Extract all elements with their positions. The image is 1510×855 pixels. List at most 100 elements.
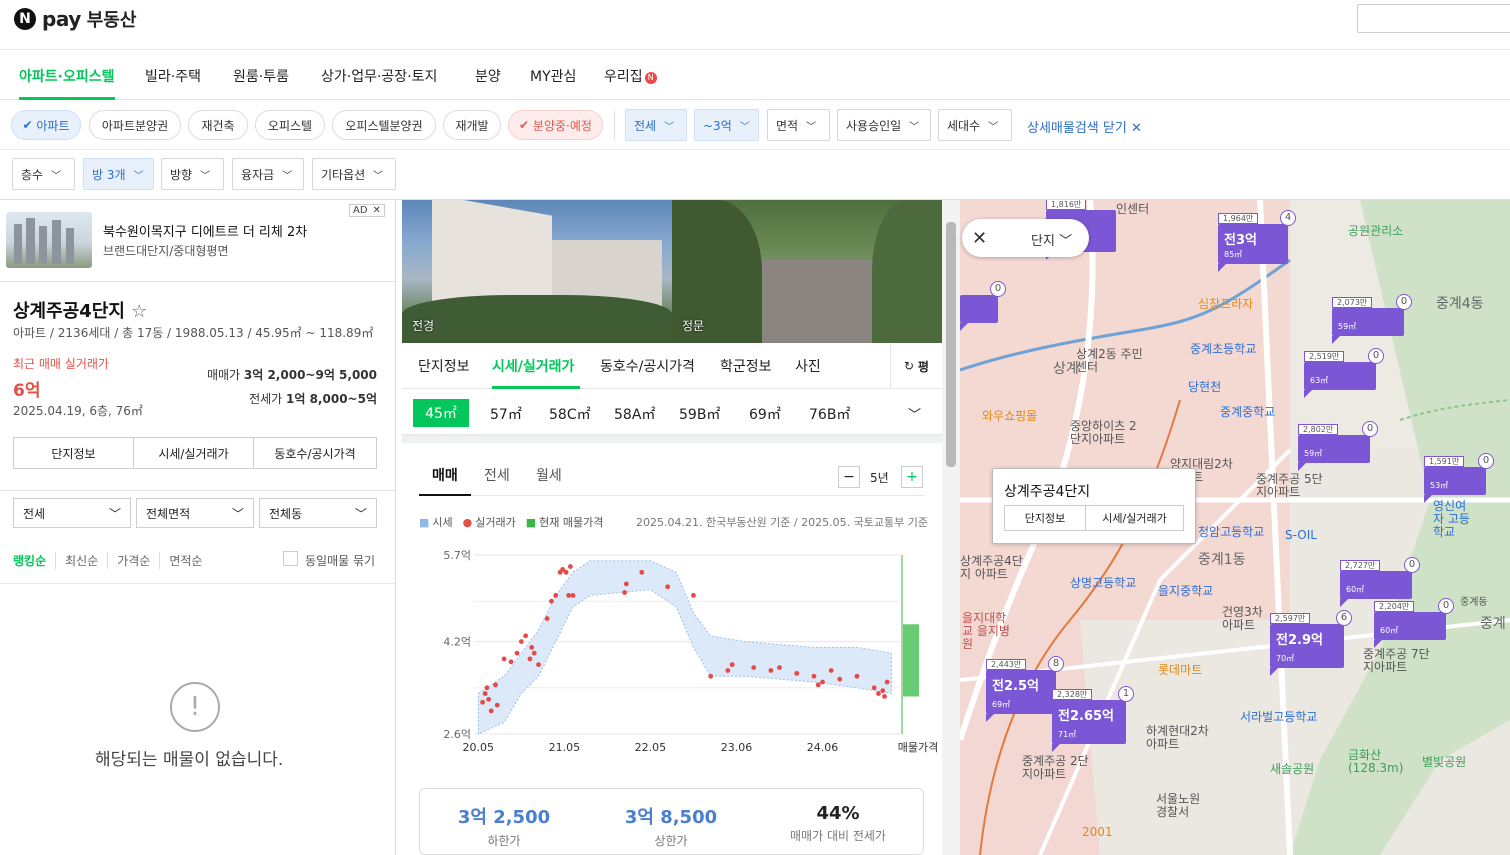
stat-ratio-label: 매매가 대비 전세가 xyxy=(790,829,886,843)
chip-presale-upcoming-label: 분양중·예정 xyxy=(532,118,592,133)
chip-reconstruction[interactable]: 재건축 xyxy=(188,110,248,140)
list-filter-area[interactable]: 전체면적 ﹀ xyxy=(136,498,254,528)
select-trade-type[interactable]: 전세 ﹀ xyxy=(625,109,687,141)
period-decrease-button[interactable]: − xyxy=(838,466,860,488)
close-icon[interactable]: ✕ xyxy=(373,205,381,216)
select-approval-date[interactable]: 사용승인일 ﹀ xyxy=(837,109,931,141)
naver-pay-logo[interactable]: N pay 부동산 xyxy=(14,6,136,32)
nav-presale[interactable]: 분양 xyxy=(475,66,501,86)
map-price-pin[interactable]: 2,073만 0 59㎡ xyxy=(1332,294,1412,344)
chip-officetel[interactable]: 오피스텔 xyxy=(255,110,325,140)
popup-price-history-button[interactable]: 시세/실거래가 xyxy=(1085,505,1184,531)
map-label: 청암고등학교 xyxy=(1198,525,1265,539)
nav-apartment-officetel[interactable]: 아파트·오피스텔 xyxy=(19,66,114,86)
pin-count: 1 xyxy=(1118,686,1134,702)
chip-apartment-presale-right[interactable]: 아파트분양권 xyxy=(89,110,181,140)
select-area-value: 면적 xyxy=(776,118,799,133)
select-households[interactable]: 세대수 ﹀ xyxy=(938,109,1012,141)
chip-redevelopment[interactable]: 재개발 xyxy=(443,110,501,140)
map-label: 2001 xyxy=(1082,825,1113,839)
area-size-option[interactable]: 69㎡ xyxy=(749,404,781,424)
map-label: 상계 xyxy=(1053,361,1079,377)
nav-oneroom-tworoom[interactable]: 원룸·투룸 xyxy=(233,66,289,86)
complex-info-button[interactable]: 단지정보 xyxy=(13,437,134,469)
photo-gate[interactable]: 정문 xyxy=(672,200,942,343)
map-price-pin[interactable]: 2,727만 0 60㎡ xyxy=(1340,557,1420,607)
nav-my-interest[interactable]: MY관심 xyxy=(530,66,576,86)
list-filter-trade[interactable]: 전세 ﹀ xyxy=(13,498,131,528)
actual-trade-point xyxy=(768,668,774,673)
close-detail-search-button[interactable]: 상세매물검색 닫기 ✕ xyxy=(1027,117,1142,136)
actual-trade-point xyxy=(876,691,881,696)
area-size-option[interactable]: 58A㎡ xyxy=(614,404,655,424)
sale-range-value: 3억 2,000~9억 5,000 xyxy=(243,368,377,382)
area-size-option[interactable]: 59B㎡ xyxy=(679,404,720,424)
map-price-pin[interactable]: 1,591만 0 53㎡ xyxy=(1424,453,1494,503)
chip-apartment-label: 아파트 xyxy=(36,118,70,133)
select-rooms[interactable]: 방 3개 ﹀ xyxy=(83,158,154,190)
actual-trade-point xyxy=(725,668,731,673)
nav-our-home[interactable]: 우리집 N xyxy=(604,66,657,86)
sort-ranking[interactable]: 랭킹순 xyxy=(13,552,55,569)
select-direction-value: 방향 xyxy=(170,167,193,182)
select-other-options[interactable]: 기타옵션 ﹀ xyxy=(312,158,396,190)
pyeong-toggle[interactable]: ↻ 평 xyxy=(890,343,942,389)
photo-exterior[interactable]: 전경 xyxy=(402,200,672,343)
map-price-pin[interactable]: 2,204만 0 60㎡ xyxy=(1374,598,1454,648)
legend-current: ■ 현재 매물가격 xyxy=(525,516,604,529)
tab-price-history[interactable]: 시세/실거래가 xyxy=(492,356,574,376)
tab-photos[interactable]: 사진 xyxy=(795,356,821,376)
pin-unit-price: 2,328만 xyxy=(1052,689,1093,700)
map-price-pin[interactable]: 2,328만 1 전2.65억 71㎡ xyxy=(1052,686,1134,752)
tab-sale[interactable]: 매매 xyxy=(432,465,458,485)
period-increase-button[interactable]: + xyxy=(901,466,923,488)
map-price-pin[interactable]: 2,802만 0 59㎡ xyxy=(1298,421,1378,471)
stat-low: 3억 2,500 하한가 xyxy=(434,803,574,849)
area-size-option[interactable]: 58C㎡ xyxy=(549,404,591,424)
select-floor[interactable]: 층수 ﹀ xyxy=(12,158,75,190)
map-price-pin[interactable]: 2,597만 6 전2.9억 70㎡ xyxy=(1270,610,1352,676)
select-direction[interactable]: 방향 ﹀ xyxy=(161,158,224,190)
select-loan[interactable]: 융자금 ﹀ xyxy=(232,158,304,190)
scrollbar-thumb[interactable] xyxy=(946,222,956,467)
list-filter-building[interactable]: 전체동 ﹀ xyxy=(259,498,377,528)
area-size-option[interactable]: 45㎡ xyxy=(413,399,469,427)
same-listing-checkbox[interactable] xyxy=(283,551,298,566)
star-icon[interactable]: ☆ xyxy=(131,301,147,322)
map-price-pin[interactable]: 0 xyxy=(960,281,1006,331)
area-size-option[interactable]: 76B㎡ xyxy=(809,404,850,424)
chip-officetel-presale-right[interactable]: 오피스텔분양권 xyxy=(332,110,436,140)
sort-price[interactable]: 가격순 xyxy=(107,552,159,569)
select-area[interactable]: 면적 ﹀ xyxy=(767,109,830,141)
close-icon[interactable]: ✕ xyxy=(972,228,987,249)
area-size-option[interactable]: 57㎡ xyxy=(490,404,522,424)
unit-public-price-button[interactable]: 동호수/공시가격 xyxy=(253,437,377,469)
map-price-pin[interactable]: 2,443만 8 전2.5억 69㎡ xyxy=(986,656,1064,722)
sale-price-range: 매매가 3억 2,000~9억 5,000 xyxy=(207,366,377,383)
actual-trade-point xyxy=(527,656,533,662)
map-complex-filter[interactable]: 단지 ﹀ xyxy=(1031,230,1072,249)
search-input[interactable] xyxy=(1357,4,1510,33)
stat-ratio-value: 44% xyxy=(816,803,860,824)
x-tick-label: 22.05 xyxy=(635,741,667,754)
map-label: 을지대학교 을지병원 xyxy=(962,611,1010,651)
nav-commercial-land[interactable]: 상가·업무·공장·토지 xyxy=(321,66,437,86)
tab-unit-public-price[interactable]: 동호수/공시가격 xyxy=(600,356,695,376)
chip-presale-upcoming[interactable]: ✔ 분양중·예정 xyxy=(508,110,603,140)
select-price[interactable]: ~3억 ﹀ xyxy=(694,109,759,141)
legend-actual: ● 실거래가 xyxy=(462,516,516,529)
sort-latest[interactable]: 최신순 xyxy=(55,552,107,569)
tab-school[interactable]: 학군정보 xyxy=(720,356,772,376)
map-price-pin[interactable]: 2,519만 0 63㎡ xyxy=(1304,348,1384,398)
tab-jeonse[interactable]: 전세 xyxy=(484,465,510,485)
tab-complex-info[interactable]: 단지정보 xyxy=(418,356,470,376)
price-history-button[interactable]: 시세/실거래가 xyxy=(133,437,254,469)
popup-complex-info-button[interactable]: 단지정보 xyxy=(1004,505,1086,531)
chip-apartment[interactable]: ✔ 아파트 xyxy=(11,110,81,140)
chevron-down-icon[interactable]: ﹀ xyxy=(908,404,921,423)
tab-monthly[interactable]: 월세 xyxy=(536,465,562,485)
sort-area[interactable]: 면적순 xyxy=(159,552,211,569)
actual-trade-point xyxy=(828,668,834,673)
map-price-pin[interactable]: 1,964만 4 전3억 85㎡ xyxy=(1218,210,1296,272)
nav-villa-house[interactable]: 빌라·주택 xyxy=(145,66,201,86)
